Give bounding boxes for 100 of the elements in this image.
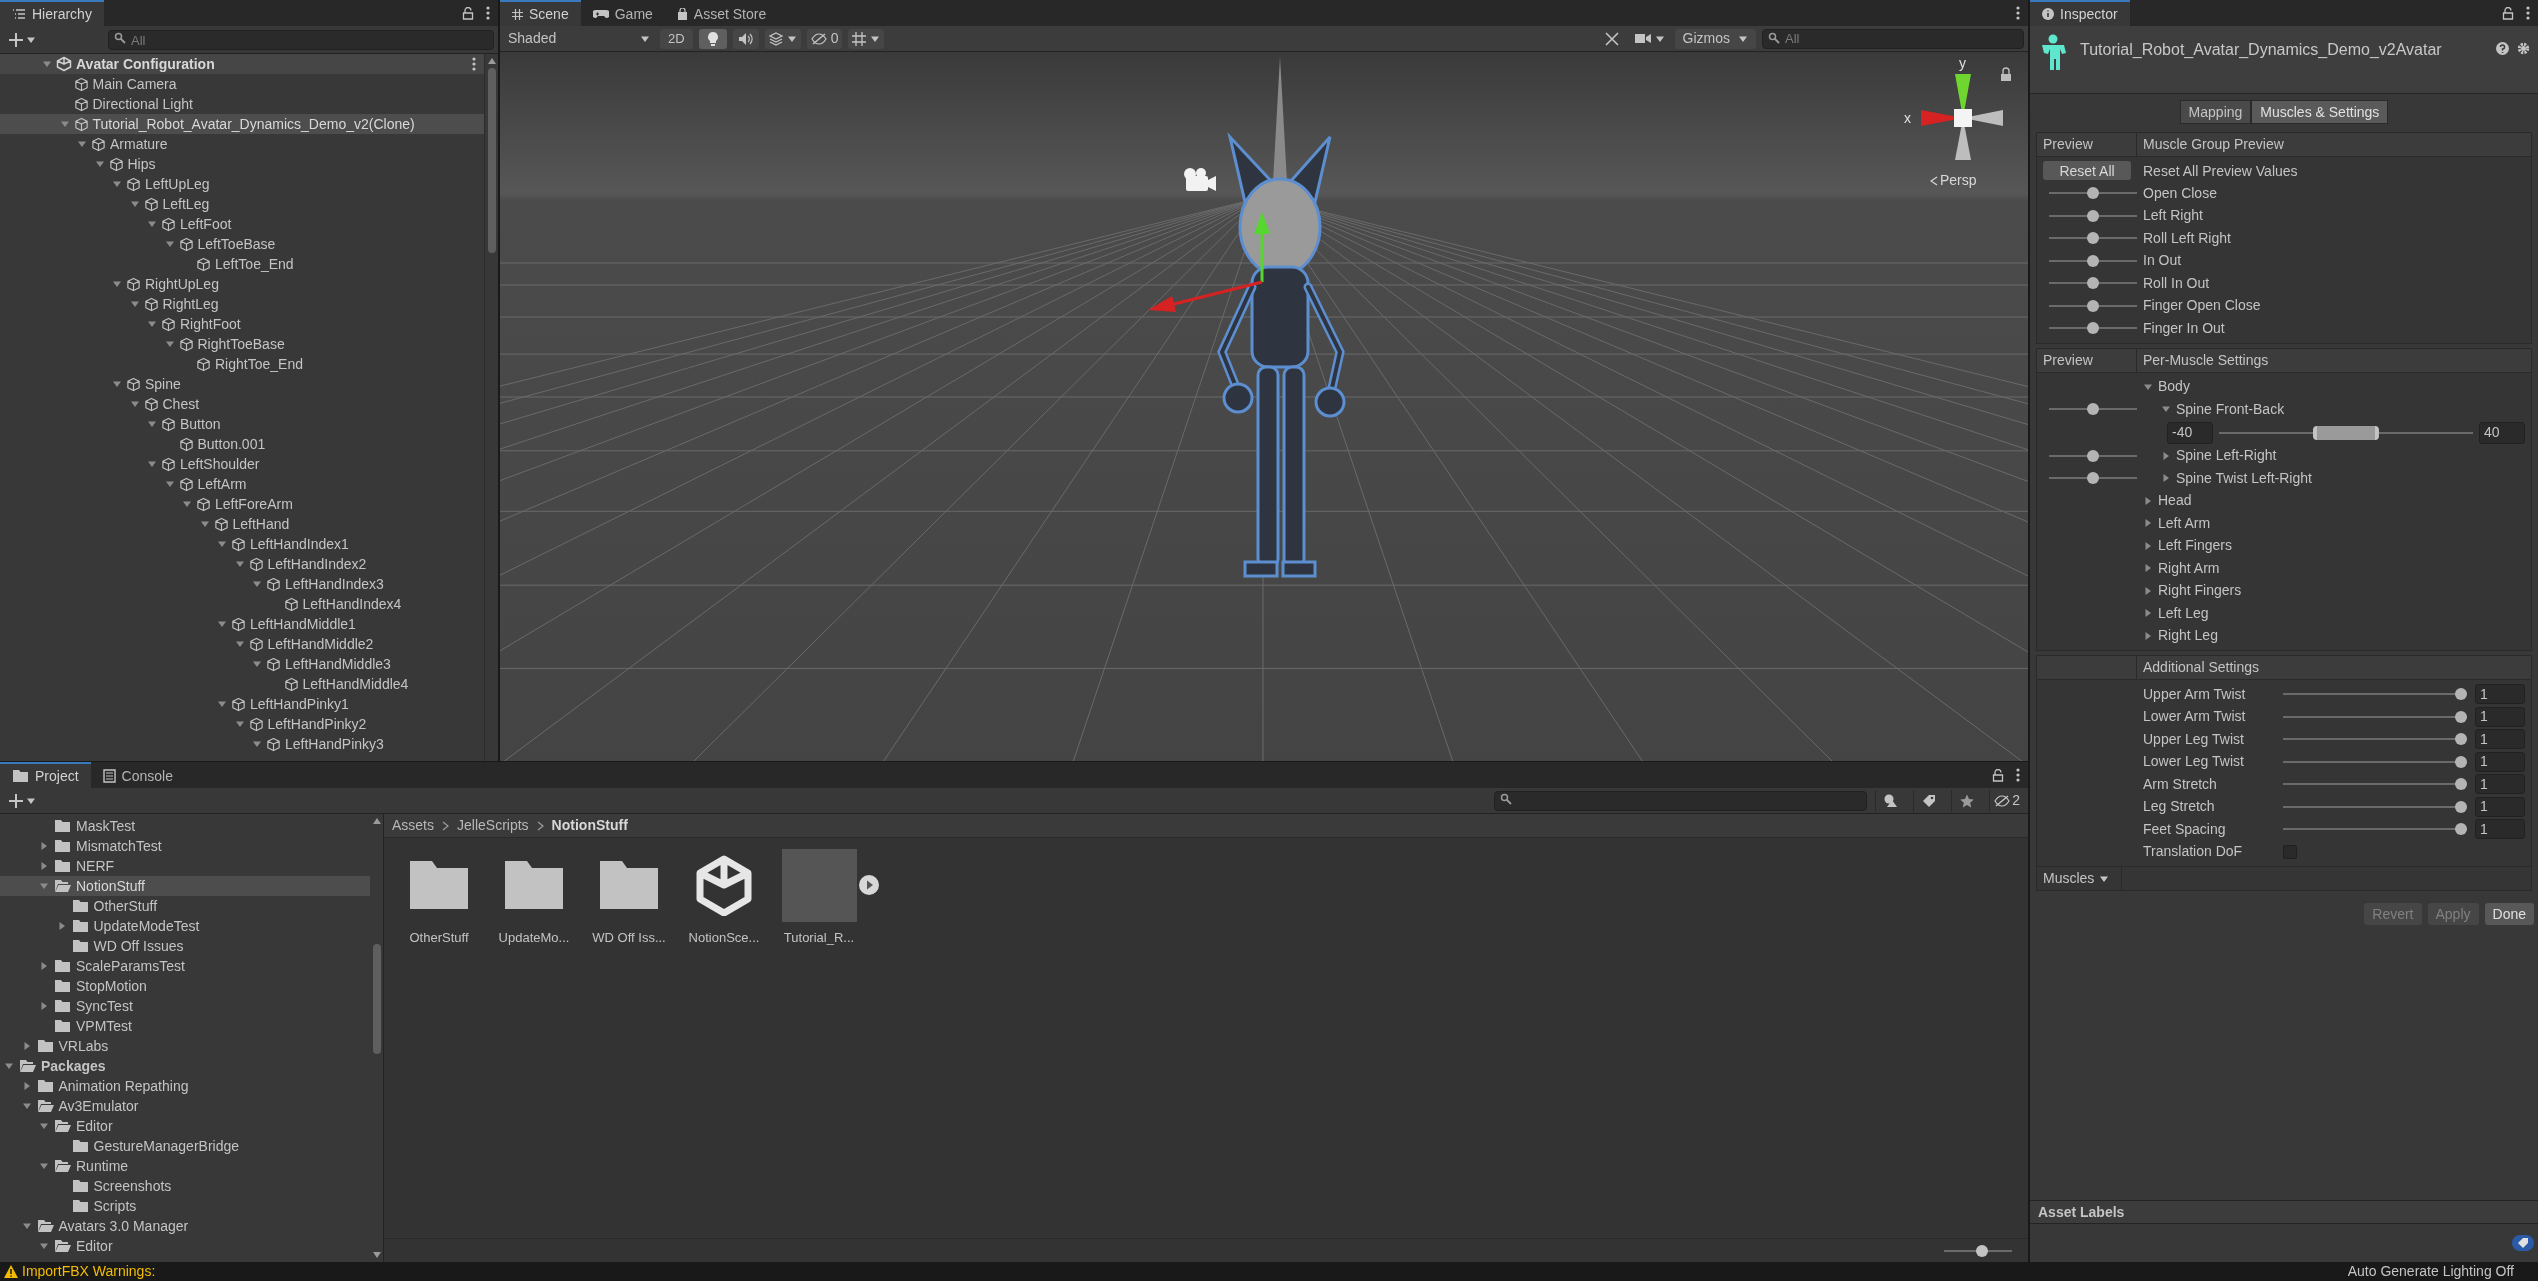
slider-thumb[interactable] [2455, 733, 2467, 746]
caret-right-icon[interactable] [2143, 585, 2153, 596]
hierarchy-item[interactable]: Button [0, 414, 484, 434]
number-field[interactable]: 1 [2475, 751, 2525, 772]
hierarchy-item[interactable]: Directional Light [0, 94, 484, 114]
scroll-down-icon[interactable] [372, 1252, 381, 1258]
slider-thumb[interactable] [2087, 232, 2099, 245]
folder-tree-item[interactable]: Packages [0, 1056, 370, 1076]
hierarchy-item[interactable]: LeftHandIndex3 [0, 574, 484, 594]
slider[interactable] [2049, 277, 2137, 290]
hierarchy-item[interactable]: Armature [0, 134, 484, 154]
folder-tree-item[interactable]: SyncTest [0, 996, 370, 1016]
search-field[interactable] [1494, 791, 1868, 811]
panel-tab[interactable]: Console [90, 762, 185, 788]
folder-tree-item[interactable]: Scripts [0, 1196, 370, 1216]
folder-tree-item[interactable]: VRLabs [0, 1036, 370, 1056]
muscle-tree-item[interactable]: Spine Twist Left-Right [2137, 467, 2531, 489]
lock-icon[interactable] [462, 6, 474, 20]
hierarchy-item[interactable]: Main Camera [0, 74, 484, 94]
folder-tree-item[interactable]: WD Off Issues [0, 936, 370, 956]
asset-label[interactable]: OtherStuff [409, 928, 469, 948]
folder-icon[interactable] [503, 859, 565, 911]
breadcrumb-link[interactable]: Assets [392, 815, 434, 836]
caret-right-icon[interactable] [2161, 450, 2171, 461]
more-options-icon[interactable] [486, 6, 490, 20]
caret-right-icon[interactable] [39, 961, 49, 971]
folder-tree-item[interactable]: NERF [0, 856, 370, 876]
slider[interactable] [2049, 322, 2137, 335]
caret-down-icon[interactable] [147, 219, 157, 229]
zoom-slider[interactable] [1944, 1244, 2012, 1257]
asset-label[interactable]: UpdateMo... [498, 928, 570, 948]
slider[interactable] [2283, 823, 2467, 836]
caret-down-icon[interactable] [39, 1241, 49, 1251]
asset-label[interactable]: Tutorial_R... [783, 928, 855, 948]
slider[interactable] [2283, 755, 2467, 768]
range-slider[interactable] [2219, 425, 2473, 440]
range-handle[interactable] [2313, 425, 2379, 440]
folder-icon[interactable] [408, 859, 470, 911]
folder-tree-item[interactable]: GestureManagerBridge [0, 1136, 370, 1156]
slider-thumb[interactable] [2455, 778, 2467, 791]
orientation-gizmo-drawing[interactable] [1921, 74, 2003, 160]
slider[interactable] [2049, 254, 2137, 267]
caret-right-icon[interactable] [2143, 495, 2153, 506]
hierarchy-item[interactable]: Button.001 [0, 434, 484, 454]
caret-down-icon[interactable] [147, 459, 157, 469]
lock-icon[interactable] [2502, 6, 2514, 20]
folder-tree-item[interactable]: NotionStuff [0, 876, 370, 896]
folder-tree-item[interactable]: ScaleParamsTest [0, 956, 370, 976]
scroll-up-icon[interactable] [487, 58, 496, 64]
muscle-tree-item[interactable]: Right Fingers [2137, 580, 2531, 602]
hierarchy-item[interactable]: LeftHandMiddle3 [0, 654, 484, 674]
caret-down-icon[interactable] [234, 559, 245, 569]
hierarchy-item[interactable]: RightLeg [0, 294, 484, 314]
slider-thumb[interactable] [2455, 755, 2467, 768]
slider-thumb[interactable] [2087, 209, 2099, 222]
folder-tree-item[interactable]: Screenshots [0, 1176, 370, 1196]
folder-tree-item[interactable]: MismatchTest [0, 836, 370, 856]
hierarchy-item[interactable]: LeftLeg [0, 194, 484, 214]
folder-tree-item[interactable]: Editor [0, 1116, 370, 1136]
hierarchy-item[interactable]: LeftHandIndex2 [0, 554, 484, 574]
number-field[interactable]: 1 [2475, 819, 2525, 840]
hierarchy-item[interactable]: LeftToe_End [0, 254, 484, 274]
folder-tree-item[interactable]: UpdateModeTest [0, 916, 370, 936]
slider-thumb[interactable] [1976, 1244, 1989, 1257]
caret-down-icon[interactable] [217, 539, 227, 549]
hierarchy-item[interactable]: LeftHandMiddle2 [0, 634, 484, 654]
panel-tab[interactable]: Hierarchy [0, 0, 104, 26]
hierarchy-item[interactable]: RightToe_End [0, 354, 484, 374]
hierarchy-item[interactable]: RightToeBase [0, 334, 484, 354]
caret-right-icon[interactable] [2143, 540, 2153, 551]
hierarchy-item[interactable]: LeftUpLeg [0, 174, 484, 194]
number-field[interactable]: 1 [2475, 706, 2525, 727]
caret-down-icon[interactable] [252, 659, 262, 669]
muscle-tree-item[interactable]: Body [2137, 376, 2531, 398]
hierarchy-item[interactable]: LeftFoot [0, 214, 484, 234]
lighting-toggle[interactable] [698, 28, 727, 49]
hierarchy-item[interactable]: LeftHandIndex4 [0, 594, 484, 614]
slider[interactable] [2049, 232, 2137, 245]
mode-tab[interactable]: Muscles & Settings [2251, 100, 2389, 124]
caret-down-icon[interactable] [4, 1061, 14, 1071]
muscle-tree-item[interactable]: Right Leg [2137, 625, 2531, 647]
number-field[interactable]: 1 [2475, 684, 2525, 705]
caret-down-icon[interactable] [129, 199, 140, 209]
caret-right-icon[interactable] [39, 841, 49, 851]
folder-tree-item[interactable]: MaskTest [0, 816, 370, 836]
caret-down-icon[interactable] [147, 319, 157, 329]
caret-down-icon[interactable] [217, 699, 227, 709]
muscle-tree-item[interactable]: Right Arm [2137, 557, 2531, 579]
slider-thumb[interactable] [2087, 449, 2099, 462]
caret-down-icon[interactable] [94, 159, 105, 169]
slider[interactable] [2283, 733, 2467, 746]
folder-tree-item[interactable]: Runtime [0, 1156, 370, 1176]
play-icon[interactable] [858, 875, 879, 895]
folder-icon[interactable] [598, 859, 660, 911]
caret-down-icon[interactable] [112, 379, 122, 389]
folder-tree-item[interactable]: Av3Emulator [0, 1096, 370, 1116]
hierarchy-item[interactable]: Tutorial_Robot_Avatar_Dynamics_Demo_v2(Clone) [0, 114, 484, 134]
slider[interactable] [2049, 449, 2137, 462]
panel-tab[interactable]: Game [580, 0, 665, 26]
lock-icon[interactable] [2001, 67, 2011, 81]
